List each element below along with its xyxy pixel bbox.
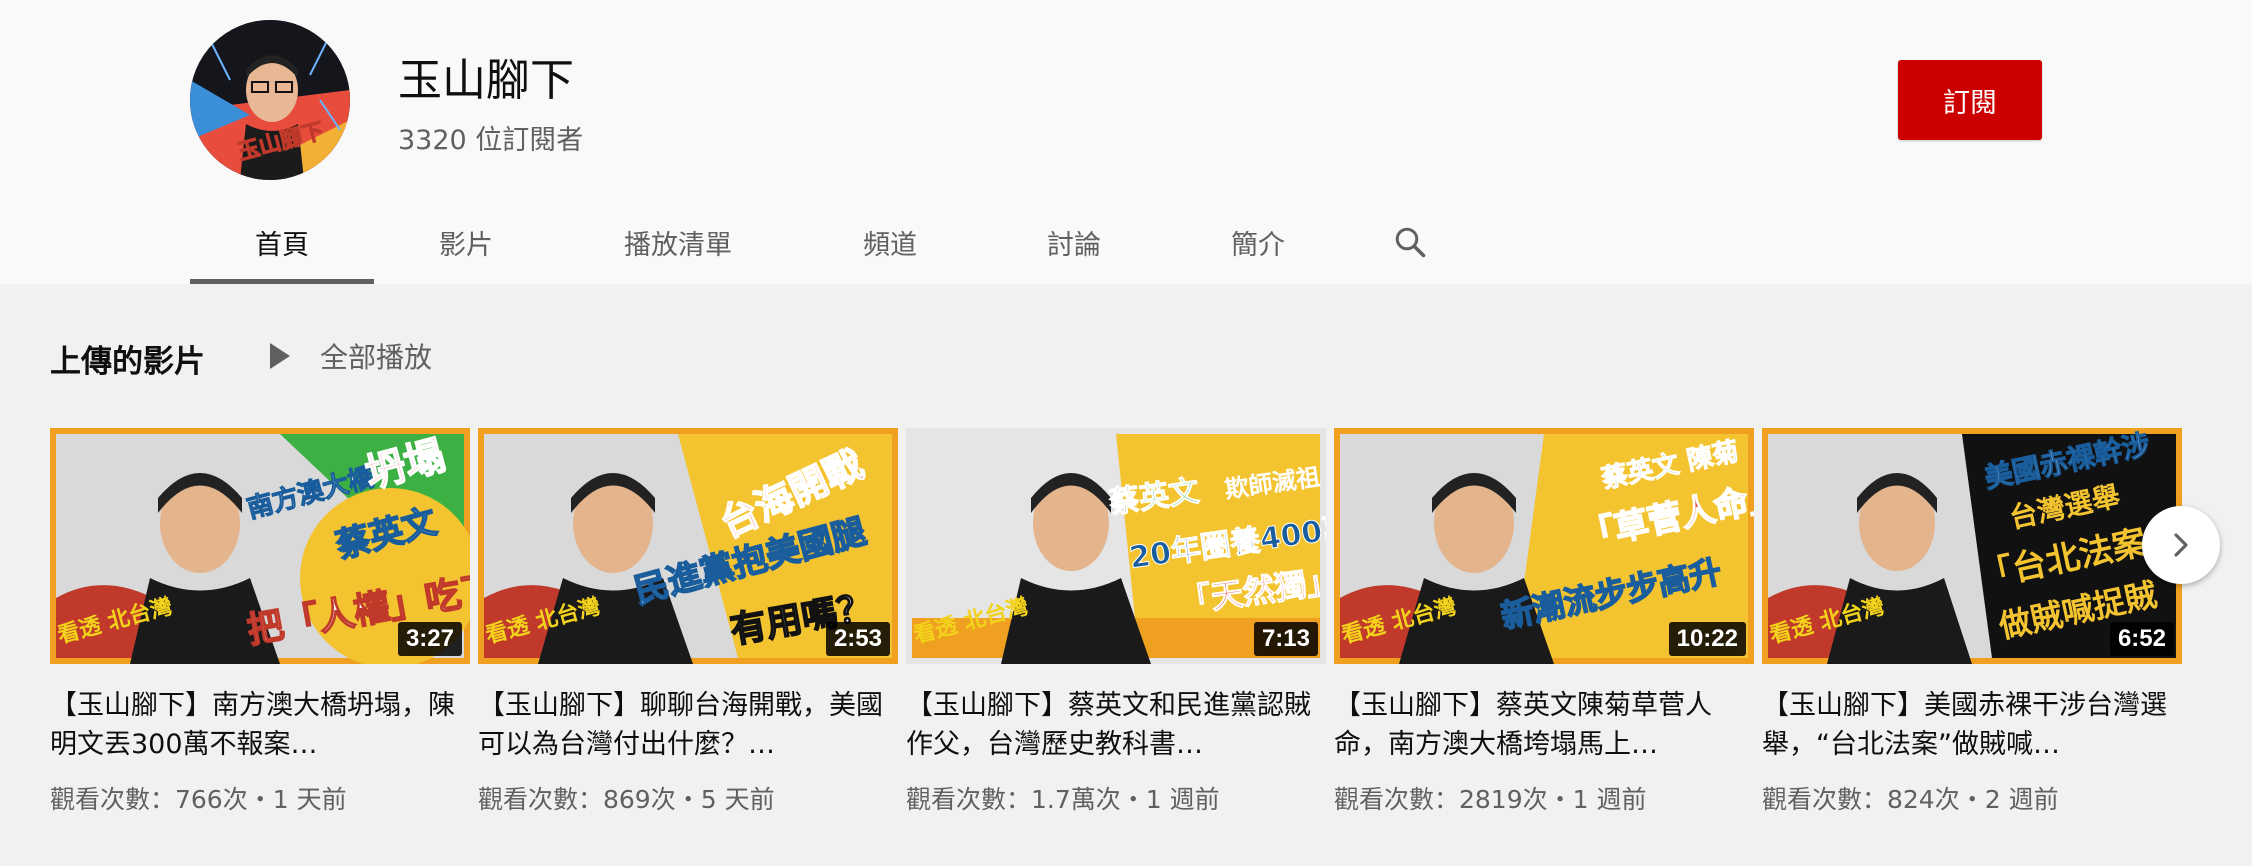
chevron-right-icon xyxy=(2174,533,2188,557)
video-meta: 觀看次數：824次・2 週前 xyxy=(1762,785,2059,814)
video-title[interactable]: 【玉山腳下】聊聊台海開戰，美國可以為台灣付出什麼？… xyxy=(478,686,888,764)
video-meta: 觀看次數：869次・5 天前 xyxy=(478,785,775,814)
video-duration: 6:52 xyxy=(2109,622,2174,656)
video-meta: 觀看次數：2819次・1 週前 xyxy=(1334,785,1647,814)
video-card[interactable]: 南方澳大橋 坍塌 蔡英文 把「人權」吃了 看透 北台灣 3:27 【玉山腳下】南… xyxy=(50,428,470,816)
tab-about[interactable]: 簡介 xyxy=(1166,200,1350,284)
play-all-button[interactable]: 全部播放 xyxy=(268,336,432,376)
tab-discussion[interactable]: 討論 xyxy=(982,200,1166,284)
video-duration: 2:53 xyxy=(825,622,890,656)
video-thumbnail[interactable]: 南方澳大橋 坍塌 蔡英文 把「人權」吃了 看透 北台灣 3:27 xyxy=(50,428,470,664)
subscriber-count: 3320 位訂閱者 xyxy=(398,125,584,156)
channel-avatar[interactable]: 玉山腳下 xyxy=(190,20,350,180)
tab-label: 播放清單 xyxy=(624,229,732,261)
video-duration: 7:13 xyxy=(1253,622,1318,656)
video-card[interactable]: 台海開戰 民進黨抱美國腿 有用嗎？ 看透 北台灣 2:53 【玉山腳下】聊聊台海… xyxy=(478,428,898,816)
tab-playlists[interactable]: 播放清單 xyxy=(558,200,798,284)
tab-label: 影片 xyxy=(439,229,493,261)
video-card[interactable]: 蔡英文 陳菊 「草菅人命」 新潮流步步高升 看透 北台灣 10:22 【玉山腳下… xyxy=(1334,428,1754,816)
channel-search-button[interactable] xyxy=(1350,200,1470,284)
search-icon xyxy=(1395,227,1426,258)
video-thumbnail[interactable]: 台海開戰 民進黨抱美國腿 有用嗎？ 看透 北台灣 2:53 xyxy=(478,428,898,664)
video-card[interactable]: 蔡英文 欺師滅祖 20年圈養400萬 「天然獨」 看透 北台灣 7:13 【玉山… xyxy=(906,428,1326,816)
shelf-next-button[interactable] xyxy=(2142,506,2220,584)
video-title[interactable]: 【玉山腳下】蔡英文和民進黨認賊作父，台灣歷史教科書… xyxy=(906,686,1316,764)
tab-label: 首頁 xyxy=(255,229,309,261)
subscribe-button[interactable]: 訂閱 xyxy=(1898,60,2042,140)
channel-name: 玉山腳下 xyxy=(398,55,574,106)
video-card[interactable]: 美國赤裸幹涉 台灣選舉 「台北法案」 做賊喊捉賊 看透 北台灣 6:52 【玉山… xyxy=(1762,428,2182,816)
video-thumbnail[interactable]: 蔡英文 陳菊 「草菅人命」 新潮流步步高升 看透 北台灣 10:22 xyxy=(1334,428,1754,664)
channel-header: 玉山腳下 玉山腳下 3320 位訂閱者 訂閱 首頁 影片 播放清單 頻道 討論 … xyxy=(0,0,2252,284)
tab-videos[interactable]: 影片 xyxy=(374,200,558,284)
play-all-label: 全部播放 xyxy=(320,341,433,374)
video-duration: 3:27 xyxy=(397,622,462,656)
video-title[interactable]: 【玉山腳下】南方澳大橋坍塌，陳明文丟300萬不報案… xyxy=(50,686,460,764)
video-title[interactable]: 【玉山腳下】蔡英文陳菊草菅人命，南方澳大橋垮塌馬上… xyxy=(1334,686,1744,764)
video-duration: 10:22 xyxy=(1668,622,1746,656)
channel-tabs: 首頁 影片 播放清單 頻道 討論 簡介 xyxy=(190,200,1470,284)
tab-home[interactable]: 首頁 xyxy=(190,200,374,284)
tab-label: 簡介 xyxy=(1231,229,1285,261)
tab-label: 頻道 xyxy=(863,229,917,261)
video-title[interactable]: 【玉山腳下】美國赤裸干涉台灣選舉，“台北法案”做賊喊… xyxy=(1762,686,2172,764)
video-thumbnail[interactable]: 美國赤裸幹涉 台灣選舉 「台北法案」 做賊喊捉賊 看透 北台灣 6:52 xyxy=(1762,428,2182,664)
video-meta: 觀看次數：766次・1 天前 xyxy=(50,785,347,814)
shelf-title[interactable]: 上傳的影片 xyxy=(50,336,205,381)
tab-channels[interactable]: 頻道 xyxy=(798,200,982,284)
play-icon xyxy=(270,343,290,369)
tab-label: 討論 xyxy=(1047,229,1101,261)
video-meta: 觀看次數：1.7萬次・1 週前 xyxy=(906,785,1220,814)
video-thumbnail[interactable]: 蔡英文 欺師滅祖 20年圈養400萬 「天然獨」 看透 北台灣 7:13 xyxy=(906,428,1326,664)
